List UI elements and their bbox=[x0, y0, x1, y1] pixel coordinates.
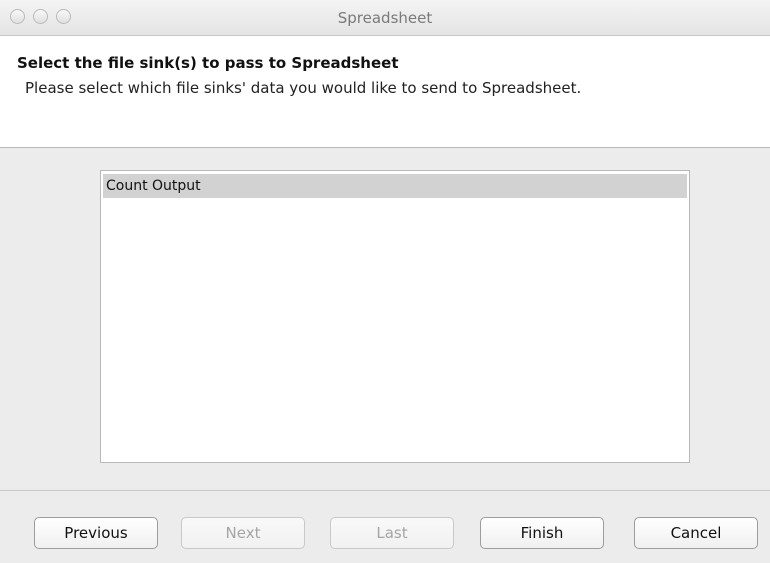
title-bar[interactable]: Spreadsheet bbox=[0, 0, 770, 36]
cancel-button[interactable]: Cancel bbox=[634, 517, 758, 549]
wizard-header: Select the file sink(s) to pass to Sprea… bbox=[0, 36, 770, 148]
finish-button[interactable]: Finish bbox=[480, 517, 604, 549]
next-button[interactable]: Next bbox=[181, 517, 305, 549]
last-button[interactable]: Last bbox=[330, 517, 454, 549]
wizard-window: Spreadsheet Select the file sink(s) to p… bbox=[0, 0, 770, 563]
header-description: Please select which file sinks' data you… bbox=[25, 79, 582, 97]
window-title: Spreadsheet bbox=[337, 9, 433, 27]
previous-button[interactable]: Previous bbox=[34, 517, 158, 549]
list-item[interactable]: Count Output bbox=[103, 174, 687, 198]
file-sink-list[interactable]: Count Output bbox=[100, 170, 690, 463]
footer-divider bbox=[0, 490, 770, 491]
header-title: Select the file sink(s) to pass to Sprea… bbox=[17, 54, 399, 72]
